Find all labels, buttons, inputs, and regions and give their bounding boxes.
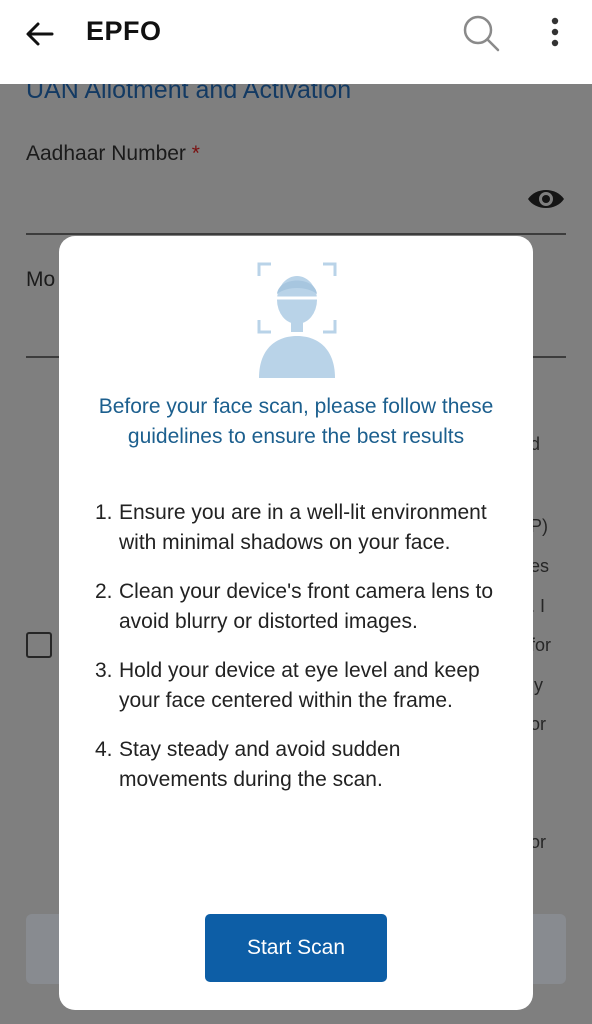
start-scan-button[interactable]: Start Scan [205,914,387,982]
required-mark: * [191,142,200,165]
list-item: 1. Ensure you are in a well-lit environm… [89,498,509,557]
list-item: 4. Stay steady and avoid sudden movement… [89,735,509,794]
app-title: EPFO [86,16,162,46]
dialog-heading: Before your face scan, please follow the… [98,395,494,448]
list-item: 3. Hold your device at eye level and kee… [89,656,509,715]
list-text: Hold your device at eye level and keep y… [119,659,480,712]
search-icon[interactable] [460,12,502,54]
list-number: 3. [95,659,113,682]
consent-checkbox[interactable] [26,632,52,658]
app-bar: EPFO [0,0,592,84]
more-vert-icon[interactable] [540,14,570,50]
arrow-left-icon[interactable] [22,16,58,52]
aadhaar-label: Aadhaar Number * [26,142,200,166]
face-scan-dialog: Before your face scan, please follow the… [59,236,533,1010]
list-number: 2. [95,580,113,603]
eye-icon[interactable] [526,184,566,214]
list-number: 4. [95,738,113,761]
aadhaar-input-underline[interactable] [26,233,566,235]
list-text: Stay steady and avoid sudden movements d… [119,738,401,791]
list-text: Clean your device's front camera lens to… [119,580,494,633]
guidelines-list: 1. Ensure you are in a well-lit environm… [89,498,509,814]
mobile-label: Mo [26,268,56,291]
face-scan-icon [257,262,337,378]
list-number: 1. [95,501,113,524]
text-fragment: for [530,635,552,655]
aadhaar-label-text: Aadhaar Number [26,142,186,165]
list-text: Ensure you are in a well-lit environment… [119,501,487,554]
list-item: 2. Clean your device's front camera lens… [89,577,509,636]
